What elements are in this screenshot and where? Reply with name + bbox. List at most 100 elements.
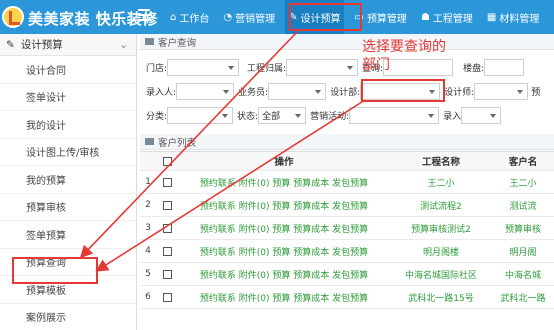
- chat-icon: ◔: [223, 11, 233, 23]
- campaign-select[interactable]: [349, 106, 440, 124]
- row-checkbox[interactable]: [162, 246, 172, 256]
- status-select[interactable]: 全部: [258, 106, 307, 124]
- table-header: 操作 工程名称 客户名: [140, 151, 554, 171]
- row-checkbox[interactable]: [162, 269, 172, 279]
- row-checkbox[interactable]: [162, 200, 172, 210]
- nav-project-mgmt[interactable]: ☗ 工程管理: [417, 0, 477, 34]
- store-label: 门店:: [146, 63, 168, 74]
- row-actions[interactable]: 预约联系 附件(0) 预算 预算成本 发包预算: [178, 222, 390, 235]
- project-name-link[interactable]: 武科北一路15号: [390, 291, 492, 304]
- sidebar-item-label: 案例展示: [26, 313, 66, 325]
- nav-material-mgmt[interactable]: ▦ 材料管理: [483, 0, 543, 34]
- sidebar-item-my-design[interactable]: 我的设计: [0, 111, 136, 139]
- row-number: 3: [145, 223, 151, 233]
- annotation-text: 选择要查询的 部门: [362, 38, 446, 74]
- sidebar-section-label: 设计预算: [20, 39, 63, 51]
- table-row: 3 预约联系 附件(0) 预算 预算成本 发包预算 预算审核测试2 预算审核: [140, 217, 554, 240]
- row-actions[interactable]: 预约联系 附件(0) 预算 预算成本 发包预算: [178, 245, 390, 258]
- project-name-link[interactable]: 中海名城国际社区: [390, 268, 492, 281]
- table-row: 2 预约联系 附件(0) 预算 预算成本 发包预算 测试流程2 测试流: [140, 194, 554, 217]
- entry-label: 录入人:: [146, 87, 177, 98]
- customer-name-link[interactable]: 武科北一路: [492, 291, 554, 304]
- sidebar-item-design-contract[interactable]: 设计合同: [0, 56, 136, 84]
- sidebar-item-budget-review[interactable]: 预算审核: [0, 194, 136, 221]
- top-bar: 美美家装 快乐装修 ⌂ 工作台 ◔ 营销管理 ✎ 设计预算 ▭ 预算管理 ☗ 工…: [0, 0, 554, 34]
- section-title-text: 客户列表: [158, 137, 197, 149]
- customer-name-link[interactable]: 测试流: [492, 199, 554, 212]
- sidebar-item-label: 设计合同: [26, 65, 66, 77]
- sidebar-item-label: 预算审核: [26, 203, 66, 215]
- sidebar-item-signed-budget[interactable]: 签单预算: [0, 221, 136, 249]
- entry-select[interactable]: [176, 82, 235, 100]
- customer-name-link[interactable]: 中海名城: [492, 268, 554, 281]
- nav-marketing[interactable]: ◔ 营销管理: [219, 0, 279, 34]
- query-section-title: 客户查询: [140, 34, 554, 50]
- sidebar-item-design-upload[interactable]: 设计图上传/审核: [0, 139, 136, 166]
- row-actions[interactable]: 预约联系 附件(0) 预算 预算成本 发包预算: [178, 291, 390, 304]
- row-checkbox-cell: [156, 246, 178, 256]
- customer-name-link[interactable]: 预算审核: [492, 222, 554, 235]
- sidebar-item-label: 签单设计: [26, 93, 66, 105]
- sidebar: ✎ 设计预算 ⌄ 设计合同 签单设计 我的设计 设计图上传/审核 我的预算 预算…: [0, 34, 137, 330]
- home-icon: ⌂: [170, 11, 177, 23]
- row-checkbox[interactable]: [162, 223, 172, 233]
- sidebar-item-case-showcase[interactable]: 案例展示: [0, 304, 136, 330]
- col-name: 工程名称: [421, 157, 460, 168]
- row-actions[interactable]: 预约联系 附件(0) 预算 预算成本 发包预算: [178, 268, 390, 281]
- sidebar-item-my-budget[interactable]: 我的预算: [0, 166, 136, 194]
- customer-table: 操作 工程名称 客户名 1 预约联系 附件(0) 预算 预算成本 发包预算 王二小王…: [140, 151, 554, 309]
- nav-workbench[interactable]: ⌂ 工作台: [166, 0, 213, 34]
- nav-label: 工程管理: [432, 13, 473, 25]
- highlight-box-design-dept: [361, 79, 445, 102]
- col-op: 操作: [274, 157, 294, 168]
- nav-label: 营销管理: [235, 13, 276, 25]
- row-checkbox-cell: [156, 223, 178, 233]
- nav-label: 工作台: [179, 13, 210, 25]
- annotation-line-2: 部门: [362, 57, 390, 73]
- design-dept-label: 设计部:: [330, 87, 361, 98]
- annotation-line-1: 选择要查询的: [362, 39, 446, 55]
- select-all-checkbox[interactable]: [162, 156, 172, 166]
- category-label: 分类:: [146, 111, 168, 122]
- section-icon: [145, 38, 154, 45]
- row-actions[interactable]: 预约联系 附件(0) 预算 预算成本 发包预算: [178, 199, 390, 212]
- designer-select[interactable]: [474, 82, 529, 100]
- project-name-link[interactable]: 预算审核测试2: [390, 222, 492, 235]
- query-row-2: 录入人: 业务员: 设计部: 设计师: 预: [146, 81, 540, 101]
- budget-label: 预: [531, 87, 541, 98]
- sidebar-item-signed-design[interactable]: 签单设计: [0, 84, 136, 111]
- row-number: 1: [145, 177, 151, 187]
- brand-logo: [2, 6, 24, 28]
- category-select[interactable]: [167, 106, 234, 124]
- row-checkbox[interactable]: [162, 177, 172, 187]
- status-label: 状态:: [237, 111, 259, 122]
- project-name-link[interactable]: 测试流程2: [390, 199, 492, 212]
- salesman-select[interactable]: [268, 82, 327, 100]
- ownership-select[interactable]: [286, 58, 359, 76]
- app-window: 美美家装 快乐装修 ⌂ 工作台 ◔ 营销管理 ✎ 设计预算 ▭ 预算管理 ☗ 工…: [0, 0, 554, 330]
- salesman-label: 业务员:: [238, 87, 269, 98]
- customer-name-link[interactable]: 明月阁: [492, 245, 554, 258]
- row-checkbox[interactable]: [162, 292, 172, 302]
- entry2-select[interactable]: [461, 106, 502, 124]
- estate-input[interactable]: [484, 58, 525, 76]
- sidebar-item-label: 我的预算: [26, 175, 66, 187]
- menu-toggle-icon[interactable]: [138, 9, 150, 21]
- row-checkbox-cell: [156, 177, 178, 187]
- sidebar-section-header[interactable]: ✎ 设计预算 ⌄: [0, 34, 136, 56]
- edit-icon: ✎: [6, 38, 15, 51]
- project-name-link[interactable]: 明月阁楼: [390, 245, 492, 258]
- sidebar-item-label: 我的设计: [26, 120, 66, 132]
- table-row: 1 预约联系 附件(0) 预算 预算成本 发包预算 王二小 王二小: [140, 171, 554, 194]
- row-checkbox-cell: [156, 292, 178, 302]
- list-section-title: 客户列表: [140, 134, 554, 150]
- row-number: 5: [145, 269, 151, 279]
- project-name-link[interactable]: 王二小: [390, 176, 492, 189]
- row-checkbox-cell: [156, 200, 178, 210]
- store-select[interactable]: [167, 58, 240, 76]
- row-actions[interactable]: 预约联系 附件(0) 预算 预算成本 发包预算: [178, 176, 390, 189]
- customer-name-link[interactable]: 王二小: [492, 176, 554, 189]
- nav-label: 预算管理: [366, 13, 407, 25]
- estate-label: 楼盘:: [463, 63, 485, 74]
- nav-label: 材料管理: [499, 13, 540, 25]
